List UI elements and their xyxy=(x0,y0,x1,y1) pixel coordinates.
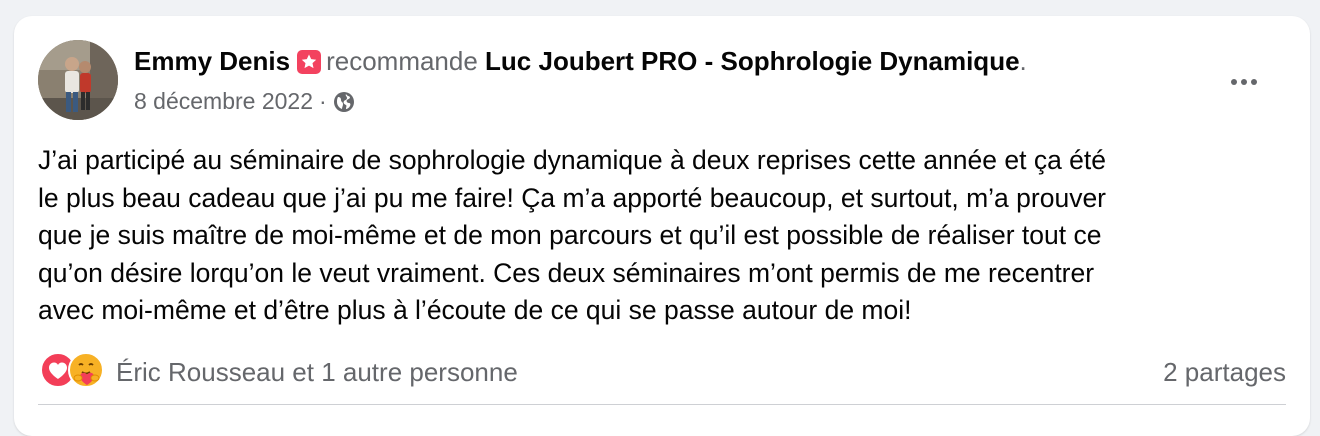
review-line: que je suis maître de moi-même et de mon… xyxy=(38,220,1102,250)
reaction-summary[interactable]: Éric Rousseau et 1 autre personne xyxy=(40,350,518,394)
reactors-text[interactable]: Éric Rousseau et 1 autre personne xyxy=(116,357,518,388)
more-dot-icon xyxy=(1241,79,1247,85)
page-name-link[interactable]: Luc Joubert PRO - Sophrologie Dynamique xyxy=(485,46,1020,76)
review-line: qu’on désire lorqu’on le veut vraiment. … xyxy=(38,257,1095,288)
review-card: Emmy Denis recommande Luc Joubert PRO - S… xyxy=(14,16,1310,436)
review-line: avec moi-même et d’être plus à l’écoute … xyxy=(38,295,912,325)
globe-icon[interactable] xyxy=(333,90,355,120)
review-text: J’ai participé au séminaire de sophrolog… xyxy=(38,142,1288,330)
author-name[interactable]: Emmy Denis xyxy=(134,46,290,76)
post-date[interactable]: 8 décembre 2022 xyxy=(134,88,313,114)
post-meta: 8 décembre 2022 · xyxy=(134,86,355,120)
avatar[interactable] xyxy=(38,40,118,120)
more-options-button[interactable] xyxy=(1222,60,1266,104)
shares-count[interactable]: 2 partages xyxy=(1163,350,1286,394)
care-reaction-icon xyxy=(68,351,104,393)
header-period: . xyxy=(1019,46,1027,76)
action-text: recommande xyxy=(326,46,478,76)
meta-separator: · xyxy=(319,88,327,114)
review-line: J’ai participé au séminaire de sophrolog… xyxy=(38,145,1107,175)
footer-divider xyxy=(38,404,1286,405)
more-dot-icon xyxy=(1251,79,1257,85)
review-line: le plus beau cadeau que j’ai pu me faire… xyxy=(38,182,1107,213)
recommend-badge-icon xyxy=(296,49,322,83)
post-header: Emmy Denis recommande Luc Joubert PRO - S… xyxy=(134,44,1027,83)
more-dot-icon xyxy=(1231,79,1237,85)
